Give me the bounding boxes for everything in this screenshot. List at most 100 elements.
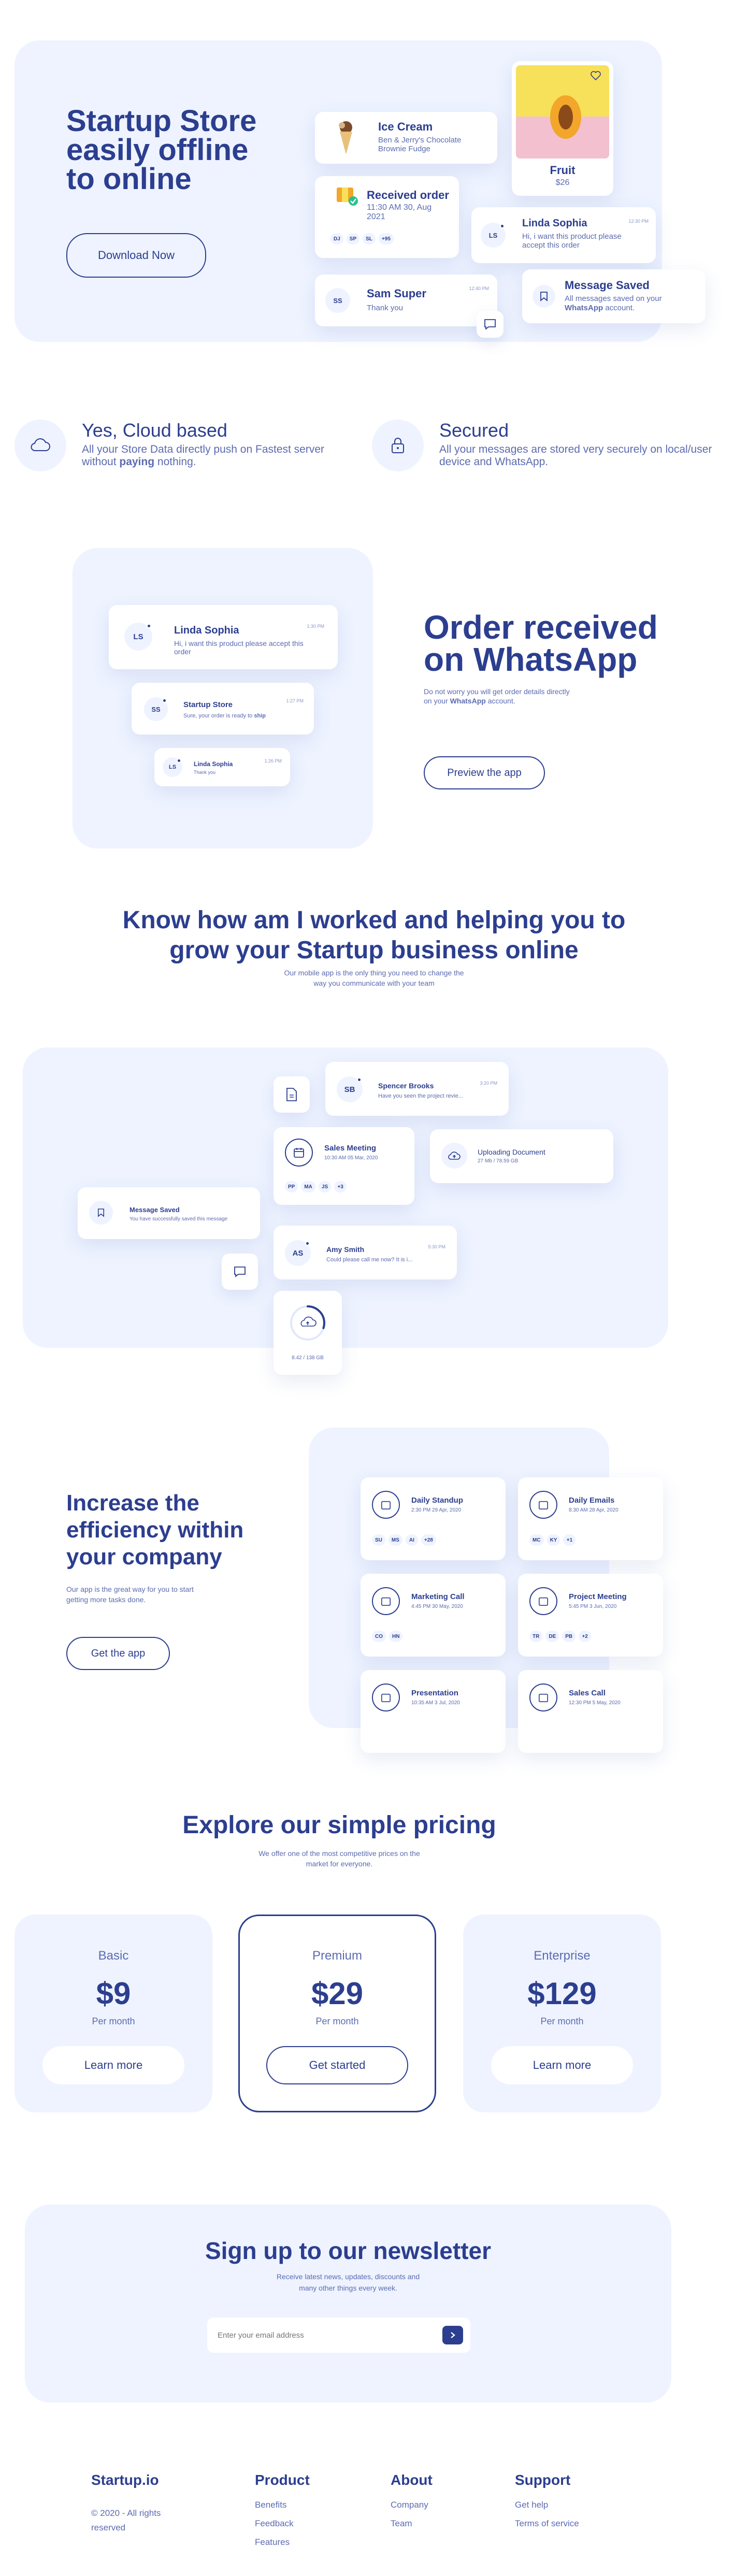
footer-column-about: About Company Team bbox=[391, 2472, 433, 2537]
download-now-button[interactable]: Download Now bbox=[66, 233, 206, 278]
learn-more-button[interactable]: Learn more bbox=[42, 2046, 184, 2084]
get-app-button[interactable]: Get the app bbox=[66, 1637, 170, 1670]
document-button[interactable] bbox=[274, 1076, 310, 1113]
avatar: SS bbox=[325, 288, 350, 313]
hero-title: Startup Store easily offline to online bbox=[66, 106, 256, 196]
chat-card[interactable]: SS Startup Store 1:27 PM Sure, your orde… bbox=[132, 683, 314, 735]
message-text: Have you seen the project revie... bbox=[378, 1093, 463, 1099]
newsletter-desc-line: Receive latest news, updates, discounts … bbox=[276, 2272, 420, 2281]
ice-cream-card[interactable]: Ice Cream Ben & Jerry's Chocolate Browni… bbox=[315, 112, 497, 164]
avatar-chip: +2 bbox=[579, 1631, 592, 1642]
fruit-card[interactable]: Fruit $26 bbox=[512, 61, 613, 196]
hero-title-line: to online bbox=[66, 162, 192, 196]
footer-link[interactable]: Feedback bbox=[255, 2519, 310, 2529]
avatar-chip: DE bbox=[545, 1631, 559, 1642]
task-card[interactable]: Project Meeting 5:45 PM 3 Jun, 2020 TR DE… bbox=[518, 1574, 663, 1657]
avatar: SS bbox=[144, 697, 168, 721]
task-chips: TR DE PB +2 bbox=[529, 1631, 594, 1642]
avatar-chip: +95 bbox=[378, 233, 394, 244]
task-title: Project Meeting bbox=[569, 1592, 627, 1601]
task-card[interactable]: Daily Emails 8:30 AM 28 Apr, 2020 MC KY +1 bbox=[518, 1477, 663, 1560]
message-text: Thank you bbox=[194, 770, 216, 775]
plan-price: $129 bbox=[527, 1976, 597, 2011]
upload-meta: 27 Mb / 78.59 GB bbox=[478, 1158, 519, 1164]
get-started-button[interactable]: Get started bbox=[266, 2046, 408, 2084]
task-card[interactable]: Daily Standup 2:30 PM 29 Apr, 2020 SU MS A… bbox=[361, 1477, 506, 1560]
avatar-initials: AS bbox=[292, 1248, 304, 1258]
task-chips: SU MS AI +28 bbox=[372, 1534, 439, 1546]
task-time: 2:30 PM 29 Apr, 2020 bbox=[411, 1507, 462, 1513]
task-card[interactable]: Presentation 10:35 AM 3 Jul, 2020 bbox=[361, 1670, 506, 1753]
upload-title: Uploading Document bbox=[478, 1148, 545, 1156]
chat-button[interactable] bbox=[222, 1254, 258, 1290]
sender-name: Linda Sophia bbox=[194, 760, 233, 768]
efficiency-desc-line: getting more tasks done. bbox=[66, 1595, 146, 1604]
document-icon bbox=[286, 1088, 297, 1101]
footer-column-support: Support Get help Terms of service bbox=[515, 2472, 579, 2537]
avatar-chip: CO bbox=[372, 1631, 386, 1642]
sender-name: Startup Store bbox=[183, 700, 233, 709]
upload-document-card[interactable]: Uploading Document 27 Mb / 78.59 GB bbox=[430, 1129, 613, 1183]
avatar-chip: SU bbox=[372, 1534, 385, 1546]
ice-cream-desc: Ben & Jerry's Chocolate Brownie Fudge bbox=[378, 136, 462, 153]
sales-meeting-card[interactable]: Sales Meeting 10:30 AM 05 Mar, 2020 PP M… bbox=[274, 1127, 414, 1205]
task-card[interactable]: Marketing Call 4:45 PM 30 May, 2020 CO HN bbox=[361, 1574, 506, 1657]
saved-text-bold: WhatsApp bbox=[565, 304, 603, 312]
order-time: 11:30 AM 30, Aug 2021 bbox=[367, 203, 432, 221]
footer-link[interactable]: Benefits bbox=[255, 2500, 310, 2510]
sam-message-card[interactable]: SS Sam Super 12:40 PM Thank you bbox=[315, 275, 497, 326]
cloud-icon bbox=[15, 420, 66, 471]
storage-progress-card[interactable]: 8.42 / 138 GB bbox=[274, 1291, 342, 1375]
footer-link[interactable]: Company bbox=[391, 2500, 433, 2510]
fruit-price: $26 bbox=[555, 178, 570, 187]
message-time: 1:30 PM bbox=[307, 624, 324, 629]
learn-more-button[interactable]: Learn more bbox=[491, 2046, 633, 2084]
how-title: Know how am I worked and helping you to … bbox=[0, 905, 748, 966]
how-title-line: grow your Startup business online bbox=[169, 937, 579, 964]
favorite-icon[interactable] bbox=[589, 69, 602, 82]
avatar-chip: +28 bbox=[421, 1534, 436, 1546]
newsletter-form bbox=[207, 2318, 470, 2353]
efficiency-title: Increase the efficiency within your comp… bbox=[66, 1490, 243, 1571]
whatsapp-desc: Do not worry you will get order details … bbox=[424, 687, 579, 706]
pricing-desc-line: We offer one of the most competitive pri… bbox=[258, 1849, 420, 1858]
chat-card[interactable]: LS Linda Sophia 1:26 PM Thank you bbox=[154, 748, 290, 786]
message-saved-card[interactable]: Message Saved All messages saved on your… bbox=[522, 269, 706, 323]
preview-app-button[interactable]: Preview the app bbox=[424, 756, 545, 789]
task-card[interactable]: Sales Call 12:30 PM 5 May, 2020 bbox=[518, 1670, 663, 1753]
email-input[interactable] bbox=[218, 2325, 425, 2345]
task-time: 10:35 AM 3 Jul, 2020 bbox=[411, 1700, 460, 1706]
copyright-line: © 2020 - All rights bbox=[91, 2508, 161, 2518]
subscribe-button[interactable] bbox=[442, 2326, 463, 2344]
task-time: 4:45 PM 30 May, 2020 bbox=[411, 1604, 463, 1609]
received-order-card[interactable]: Received order 11:30 AM 30, Aug 2021 DJ … bbox=[315, 176, 459, 258]
task-title: Marketing Call bbox=[411, 1592, 465, 1601]
footer-link[interactable]: Team bbox=[391, 2519, 433, 2529]
chat-button[interactable] bbox=[477, 311, 504, 338]
avatar-chip: MC bbox=[529, 1534, 544, 1546]
footer-link[interactable]: Get help bbox=[515, 2500, 579, 2510]
sender-name: Linda Sophia bbox=[522, 218, 587, 229]
footer-link[interactable]: Features bbox=[255, 2537, 310, 2548]
spencer-message-card[interactable]: SB Spencer Brooks 3:20 PM Have you seen … bbox=[325, 1062, 509, 1116]
newsletter-desc-line: many other things every week. bbox=[299, 2284, 397, 2292]
avatar-chip: HN bbox=[389, 1631, 403, 1642]
plan-price: $29 bbox=[311, 1976, 364, 2011]
saved-text: You have successfully saved this message bbox=[130, 1216, 228, 1222]
message-time: 1:26 PM bbox=[264, 758, 282, 764]
footer-column-title: Support bbox=[515, 2472, 571, 2488]
linda-message-card[interactable]: LS Linda Sophia 12:30 PM Hi, i want this… bbox=[471, 207, 656, 263]
chat-card[interactable]: LS Linda Sophia 1:30 PM Hi, i want this … bbox=[109, 605, 338, 669]
avatar-chip: +1 bbox=[563, 1534, 576, 1546]
feature-desc: All your messages are stored very secure… bbox=[439, 443, 712, 468]
pricing-card-basic: Basic $9 Per month Learn more bbox=[15, 1915, 212, 2112]
message-saved-card[interactable]: Message Saved You have successfully save… bbox=[78, 1187, 260, 1239]
avatar-chip: PB bbox=[562, 1631, 576, 1642]
footer-link[interactable]: Terms of service bbox=[515, 2519, 579, 2529]
efficiency-title-line: efficiency within bbox=[66, 1517, 244, 1543]
footer-column-title: Product bbox=[255, 2472, 310, 2488]
amy-message-card[interactable]: AS Amy Smith 5:30 PM Could please call m… bbox=[274, 1226, 457, 1279]
feature-item: Yes, Cloud based All your Store Data dir… bbox=[15, 418, 351, 480]
bookmark-icon bbox=[533, 285, 555, 308]
avatar: AS bbox=[285, 1240, 311, 1266]
